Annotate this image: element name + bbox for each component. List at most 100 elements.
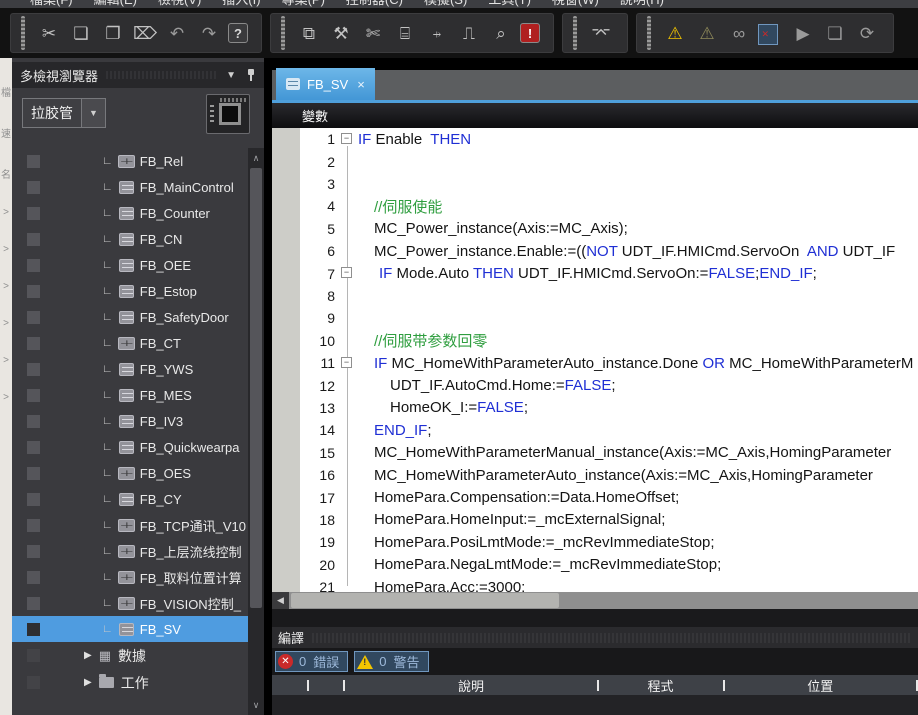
menu-item[interactable]: 專案(P) — [282, 0, 325, 8]
scroll-left-icon[interactable]: ◀ — [272, 592, 289, 609]
tree-group-數據[interactable]: ▶▦數據 — [12, 642, 248, 669]
menu-item[interactable]: 檢視(V) — [158, 0, 201, 8]
go-offline-icon[interactable]: ⚠ — [694, 20, 720, 46]
code-line[interactable]: 14END_IF; — [272, 419, 918, 441]
tree-item-FB_YWS[interactable]: ∟FB_YWS — [12, 356, 248, 382]
toolbar-grip[interactable] — [281, 16, 285, 50]
chevron-down-icon[interactable]: ▼ — [81, 99, 105, 127]
chevron-down-icon[interactable]: ▼ — [226, 70, 236, 81]
tree-item-FB_取料位置计算[interactable]: ∟⊣⊢FB_取料位置计算 — [12, 564, 248, 590]
tree-item-FB_CY[interactable]: ∟FB_CY — [12, 486, 248, 512]
tree-scrollbar[interactable]: ∧ ∨ — [248, 148, 264, 715]
code-line[interactable]: 13HomeOK_I:=FALSE; — [272, 397, 918, 419]
rebuild-icon[interactable]: ✄ — [360, 20, 386, 46]
redo-icon[interactable]: ↷ — [196, 20, 222, 46]
checkbox[interactable] — [27, 337, 40, 350]
close-icon[interactable]: × — [357, 77, 365, 92]
toolbar-grip[interactable] — [647, 16, 651, 50]
tab-fb-sv[interactable]: FB_SV × — [276, 68, 375, 100]
tree-item-FB_CT[interactable]: ∟⊣⊢FB_CT — [12, 330, 248, 356]
tree-item-FB_TCP通讯_V10[interactable]: ∟⊣⊢FB_TCP通讯_V10 — [12, 512, 248, 538]
checkbox[interactable] — [27, 519, 40, 532]
code-line[interactable]: 6MC_Power_instance.Enable:=((NOT UDT_IF.… — [272, 240, 918, 262]
checkbox[interactable] — [27, 493, 40, 506]
help-doc-icon[interactable]: ? — [228, 23, 248, 43]
checkbox[interactable] — [27, 571, 40, 584]
code-line[interactable]: 10//伺服带参数回零 — [272, 330, 918, 352]
fold-collapse-icon[interactable]: − — [341, 267, 352, 278]
build-column-blank[interactable] — [272, 675, 307, 695]
build-window-icon[interactable]: ⧉ — [296, 20, 322, 46]
device-selector[interactable]: 拉胶管 ▼ — [22, 98, 106, 128]
tree-item-FB_VISION控制_[interactable]: ∟⊣⊢FB_VISION控制_ — [12, 590, 248, 616]
undo-icon[interactable]: ↶ — [164, 20, 190, 46]
execute-icon[interactable]: ▶ — [790, 20, 816, 46]
go-online-icon[interactable]: ⚠ — [662, 20, 688, 46]
delete-icon[interactable]: ⌦ — [132, 20, 158, 46]
menu-item[interactable]: 檔案(F) — [30, 0, 73, 8]
horizontal-scrollbar[interactable]: ◀ — [272, 592, 918, 609]
tree-item-FB_MainControl[interactable]: ∟FB_MainControl — [12, 174, 248, 200]
checkbox[interactable] — [27, 597, 40, 610]
tree-item-FB_OEE[interactable]: ∟FB_OEE — [12, 252, 248, 278]
tree-item-FB_Rel[interactable]: ∟⊣⊢FB_Rel — [12, 148, 248, 174]
errors-badge[interactable]: ✕ 0 錯誤 — [275, 651, 348, 672]
tree-item-FB_MES[interactable]: ∟FB_MES — [12, 382, 248, 408]
code-line[interactable]: 19HomePara.PosiLmtMode:=_mcRevImmediateS… — [272, 531, 918, 553]
waveform-check-icon[interactable]: ⎍ — [456, 20, 482, 46]
copy-icon[interactable]: ❏ — [68, 20, 94, 46]
checkbox[interactable] — [27, 155, 40, 168]
menu-item[interactable]: 模擬(S) — [424, 0, 467, 8]
tree-item-FB_Counter[interactable]: ∟FB_Counter — [12, 200, 248, 226]
checkbox[interactable] — [27, 233, 40, 246]
menu-item[interactable]: 視窗(W) — [552, 0, 599, 8]
tree-item-FB_Estop[interactable]: ∟FB_Estop — [12, 278, 248, 304]
menu-item[interactable]: 說明(H) — [620, 0, 664, 8]
tree-item-FB_CN[interactable]: ∟FB_CN — [12, 226, 248, 252]
code-line[interactable]: 2 — [272, 150, 918, 172]
build-column-程式[interactable]: 程式 — [599, 675, 723, 695]
menu-item[interactable]: 編輯(E) — [94, 0, 137, 8]
toolbar-grip[interactable] — [21, 16, 25, 50]
search-binoculars-icon[interactable]: ⌕ — [488, 20, 514, 46]
code-line[interactable]: 4//伺服使能 — [272, 195, 918, 217]
transfer-icon[interactable]: ❏ — [822, 20, 848, 46]
checkbox[interactable] — [27, 363, 40, 376]
tree-item-FB_IV3[interactable]: ∟FB_IV3 — [12, 408, 248, 434]
code-line[interactable]: 21HomePara.Acc:=3000; — [272, 576, 918, 592]
code-line[interactable]: 7−IF Mode.Auto THEN UDT_IF.HMICmd.ServoO… — [272, 262, 918, 284]
code-line[interactable]: 20HomePara.NegaLmtMode:=_mcRevImmediateS… — [272, 554, 918, 576]
checkbox[interactable] — [27, 441, 40, 454]
menu-item[interactable]: 工具(T) — [488, 0, 531, 8]
code-line[interactable]: 1−IF Enable THEN — [272, 128, 918, 150]
monitor-glasses-icon[interactable]: ∞ — [726, 20, 752, 46]
tree-item-FB_上层流线控制[interactable]: ∟⊣⊢FB_上层流线控制 — [12, 538, 248, 564]
code-line[interactable]: 9 — [272, 307, 918, 329]
build-column-位置[interactable]: 位置 — [725, 675, 917, 695]
build-column-blank[interactable] — [309, 675, 344, 695]
expand-arrow-icon[interactable]: ▶ — [84, 650, 92, 661]
stop-monitor-icon[interactable]: ∞✕ — [758, 20, 784, 46]
pin-icon[interactable] — [246, 68, 256, 82]
code-line[interactable]: 17HomePara.Compensation:=Data.HomeOffset… — [272, 486, 918, 508]
checkbox[interactable] — [27, 207, 40, 220]
checkbox[interactable] — [27, 181, 40, 194]
fold-collapse-icon[interactable]: − — [341, 133, 352, 144]
scrollbar-thumb[interactable] — [291, 593, 559, 608]
menu-item[interactable]: 控制器(C) — [346, 0, 403, 8]
code-line[interactable]: 8 — [272, 285, 918, 307]
sync-icon[interactable]: ⟳ — [854, 20, 880, 46]
expand-arrow-icon[interactable]: ▶ — [84, 677, 92, 688]
checkbox[interactable] — [27, 389, 40, 402]
build-column-說明[interactable]: 說明 — [345, 675, 596, 695]
checkbox[interactable] — [27, 649, 40, 662]
scroll-down-icon[interactable]: ∨ — [248, 697, 264, 713]
checkbox[interactable] — [27, 676, 40, 689]
tree-item-FB_OES[interactable]: ∟⊣⊢FB_OES — [12, 460, 248, 486]
checkbox[interactable] — [27, 259, 40, 272]
online-edit-icon[interactable]: ⌤ — [588, 20, 614, 46]
checkbox[interactable] — [27, 545, 40, 558]
code-line[interactable]: 5MC_Power_instance(Axis:=MC_Axis); — [272, 218, 918, 240]
scroll-up-icon[interactable]: ∧ — [248, 150, 264, 166]
tree-group-工作[interactable]: ▶工作 — [12, 669, 248, 696]
